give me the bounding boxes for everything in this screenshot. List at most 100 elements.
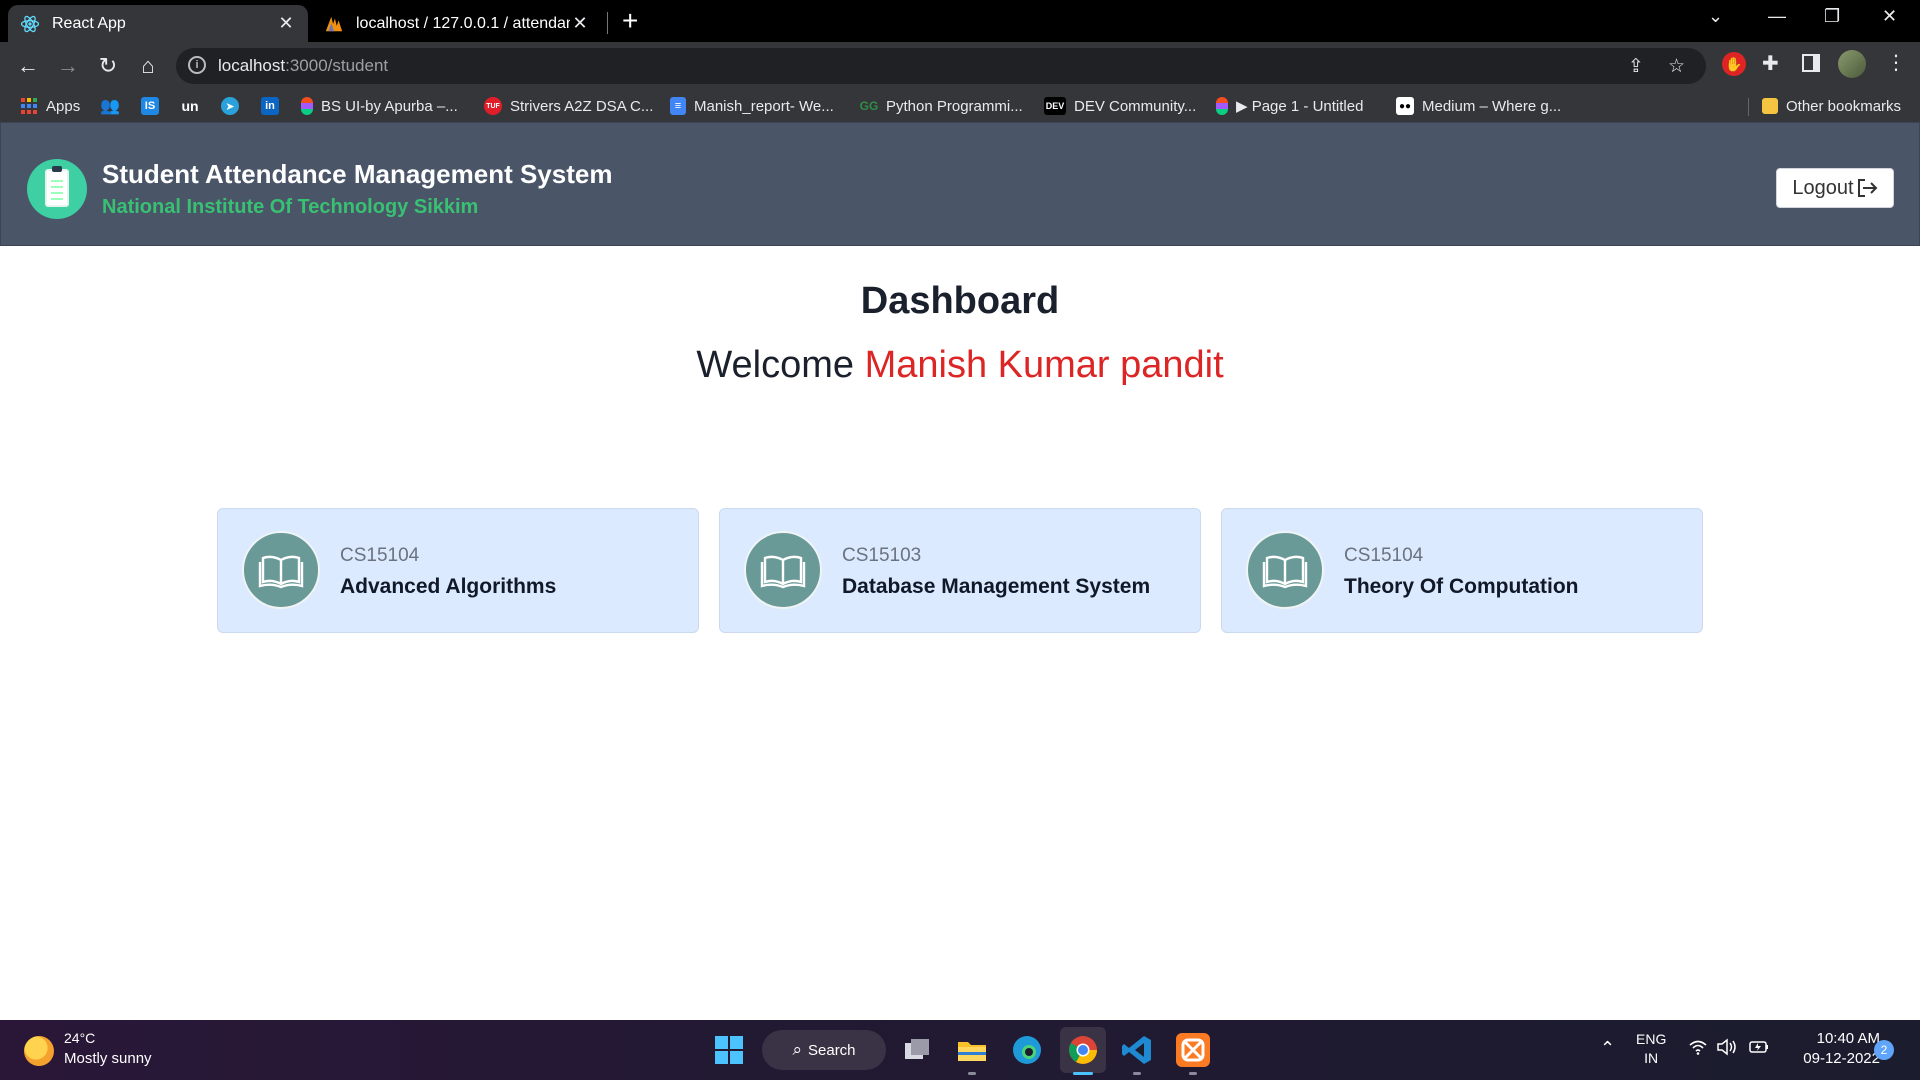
course-name: Theory Of Computation — [1344, 575, 1579, 598]
weather-sun-icon[interactable] — [24, 1036, 54, 1066]
bookmark-star-icon[interactable]: ☆ — [1668, 55, 1685, 78]
windows-taskbar: 24°C Mostly sunny ⌕ Search ⌃ ENG IN 10:4… — [0, 1020, 1920, 1080]
file-explorer-icon[interactable] — [955, 1033, 989, 1067]
apps-grid-icon — [20, 97, 38, 115]
tab-react-app[interactable]: React App ✕ — [8, 5, 308, 42]
bookmark-separator — [1748, 98, 1749, 116]
extension-icon[interactable]: ✋ — [1722, 52, 1746, 76]
active-indicator — [1073, 1072, 1093, 1075]
task-view-icon[interactable] — [900, 1033, 934, 1067]
bookmark-bs-ui[interactable]: BS UI-by Apurba –... — [301, 95, 458, 117]
extensions-puzzle-icon[interactable]: ✚ — [1762, 51, 1779, 76]
running-indicator — [1133, 1072, 1141, 1075]
home-button[interactable]: ⌂ — [134, 52, 162, 80]
bookmark-apps[interactable]: Apps — [20, 95, 80, 117]
chevron-up-icon[interactable]: ⌃ — [1600, 1038, 1615, 1059]
bookmark-other[interactable]: Other bookmarks — [1762, 95, 1901, 117]
figma-icon — [301, 97, 313, 115]
forward-button[interactable]: → — [54, 52, 82, 80]
new-tab-button[interactable]: + — [622, 6, 638, 36]
bookmark-medium[interactable]: ●● Medium – Where g... — [1396, 95, 1561, 117]
site-info-icon[interactable]: i — [188, 56, 206, 74]
dev-icon: DEV — [1044, 97, 1066, 115]
course-card[interactable]: CS15104 Advanced Algorithms — [217, 508, 699, 633]
bookmark-people[interactable]: 👥 — [100, 95, 127, 117]
vscode-icon[interactable] — [1120, 1033, 1154, 1067]
reload-button[interactable]: ↻ — [94, 52, 122, 80]
notification-badge[interactable]: 2 — [1874, 1040, 1894, 1060]
bookmark-is[interactable]: IS — [141, 95, 167, 117]
tab-title: localhost / 127.0.0.1 / attendance — [356, 14, 570, 32]
tuf-icon: TUF — [484, 97, 502, 115]
running-indicator — [1189, 1072, 1197, 1075]
course-code: CS15104 — [340, 545, 420, 566]
course-code: CS15104 — [1344, 545, 1424, 566]
profile-avatar[interactable] — [1838, 50, 1866, 78]
window-close-button[interactable]: ✕ — [1882, 6, 1897, 27]
tab-search-icon[interactable]: ⌄ — [1708, 6, 1723, 27]
menu-icon[interactable]: ⋮ — [1886, 50, 1906, 75]
gfg-icon: GG — [859, 99, 879, 113]
bookmark-page1[interactable]: ▶ Page 1 - Untitled — [1216, 95, 1363, 117]
address-bar[interactable]: i localhost:3000/student ⇪ ☆ — [176, 48, 1706, 84]
institute-name: National Institute Of Technology Sikkim — [102, 196, 479, 218]
clock[interactable]: 10:40 AM 09-12-2022 — [1790, 1029, 1880, 1069]
unstop-icon: un — [181, 98, 199, 114]
folder-icon — [1762, 98, 1778, 114]
weather-condition[interactable]: Mostly sunny — [64, 1050, 152, 1067]
course-name: Database Management System — [842, 575, 1151, 598]
xampp-icon[interactable] — [1176, 1033, 1210, 1067]
back-button[interactable]: ← — [14, 52, 42, 80]
weather-temperature[interactable]: 24°C — [64, 1030, 95, 1046]
edge-browser-icon[interactable] — [1010, 1033, 1044, 1067]
book-icon — [1246, 531, 1324, 609]
tab-separator — [607, 12, 608, 34]
bookmarks-bar: Apps 👥 IS un ➤ in BS UI-by Apurba –... T… — [0, 90, 1920, 122]
phpmyadmin-icon — [324, 14, 344, 34]
bookmark-strivers[interactable]: TUF Strivers A2Z DSA C... — [484, 95, 653, 117]
windows-start-icon[interactable] — [712, 1033, 746, 1067]
close-icon[interactable]: ✕ — [276, 13, 296, 34]
bookmark-unstop[interactable]: un — [181, 95, 207, 117]
student-name: Manish Kumar pandit — [864, 344, 1224, 386]
page-title: Dashboard — [860, 280, 1060, 322]
clipboard-logo-icon — [27, 159, 87, 219]
search-icon: ⌕ — [792, 1040, 802, 1059]
bookmark-manish-report[interactable]: ≡ Manish_report- We... — [670, 95, 834, 117]
app-title: Student Attendance Management System — [102, 159, 613, 189]
close-icon[interactable]: ✕ — [570, 13, 590, 34]
is-icon: IS — [141, 97, 159, 115]
bookmark-telegram[interactable]: ➤ — [221, 95, 247, 117]
bookmark-python[interactable]: GG Python Programmi... — [860, 95, 1023, 117]
course-code: CS15103 — [842, 545, 922, 566]
bookmark-dev[interactable]: DEV DEV Community... — [1044, 95, 1196, 117]
chrome-taskbar-button[interactable] — [1060, 1027, 1106, 1073]
browser-toolbar: ← → ↻ ⌂ i localhost:3000/student ⇪ ☆ ✋ ✚… — [0, 42, 1920, 90]
react-icon — [20, 14, 40, 34]
book-icon — [242, 531, 320, 609]
app-header: Student Attendance Management System Nat… — [0, 122, 1920, 246]
figma-icon — [1216, 97, 1228, 115]
browser-tab-strip: React App ✕ localhost / 127.0.0.1 / atte… — [0, 0, 1920, 42]
medium-icon: ●● — [1396, 97, 1414, 115]
volume-icon[interactable] — [1716, 1038, 1738, 1060]
logout-button[interactable]: Logout — [1776, 168, 1894, 208]
url-text: localhost:3000/student — [218, 56, 389, 75]
running-indicator — [968, 1072, 976, 1075]
battery-icon[interactable] — [1748, 1038, 1770, 1060]
linkedin-icon: in — [261, 97, 279, 115]
share-icon[interactable]: ⇪ — [1628, 55, 1644, 78]
course-card[interactable]: CS15104 Theory Of Computation — [1221, 508, 1703, 633]
welcome-message: Welcome Manish Kumar pandit — [696, 344, 1224, 386]
docs-icon: ≡ — [670, 97, 686, 115]
minimize-button[interactable]: — — [1768, 6, 1786, 27]
taskbar-search-button[interactable]: ⌕ Search — [762, 1030, 886, 1070]
wifi-icon[interactable] — [1688, 1038, 1708, 1060]
side-panel-icon[interactable] — [1802, 54, 1820, 72]
restore-button[interactable]: ❐ — [1824, 6, 1840, 27]
tab-phpmyadmin[interactable]: localhost / 127.0.0.1 / attendance ✕ — [312, 5, 602, 42]
bookmark-linkedin[interactable]: in — [261, 95, 287, 117]
language-indicator[interactable]: ENG IN — [1636, 1030, 1666, 1068]
people-icon: 👥 — [100, 98, 120, 115]
course-card[interactable]: CS15103 Database Management System — [719, 508, 1201, 633]
